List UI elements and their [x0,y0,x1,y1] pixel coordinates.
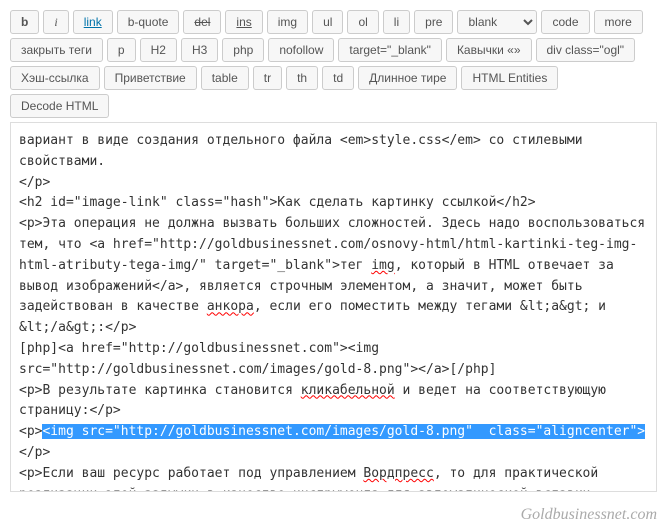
editor-line: <p>Если ваш ресурс работает под управлен… [19,466,363,481]
btn-bquote[interactable]: b-quote [117,10,180,34]
editor-line: [php]<a href="http://goldbusinessnet.com… [19,341,496,377]
editor-line: <h2 id="image-link" class="hash">Как сде… [19,195,536,210]
quicktags-row-1: b i link b-quote del ins img ul ol li pr… [10,10,657,34]
btn-greeting[interactable]: Приветствие [104,66,197,90]
btn-ul[interactable]: ul [312,10,343,34]
btn-close-tags[interactable]: закрыть теги [10,38,103,62]
spellcheck-word: кликабельной [301,383,395,398]
btn-hash-link[interactable]: Хэш-ссылка [10,66,100,90]
btn-tr[interactable]: tr [253,66,282,90]
spellcheck-word: img [371,258,394,273]
btn-bold[interactable]: b [10,10,39,34]
spellcheck-word: анкора [207,299,254,314]
btn-nofollow[interactable]: nofollow [268,38,334,62]
btn-h2[interactable]: H2 [140,38,177,62]
btn-html-entities[interactable]: HTML Entities [461,66,558,90]
btn-italic[interactable]: i [43,10,68,34]
btn-h3[interactable]: H3 [181,38,218,62]
btn-quotes[interactable]: Кавычки «» [446,38,532,62]
btn-code[interactable]: code [541,10,589,34]
selected-text: <img src="http://goldbusinessnet.com/ima… [42,424,645,439]
btn-more[interactable]: more [594,10,643,34]
watermark: Goldbusinessnet.com [0,502,667,528]
editor-line: </p> [19,445,50,460]
editor-line: <p>В результате картинка становится [19,383,301,398]
quicktags-row-2: закрыть теги p H2 H3 php nofollow target… [10,38,657,62]
editor-line: </p> [19,175,50,190]
quicktags-row-4: Decode HTML [10,94,657,118]
btn-ins[interactable]: ins [225,10,262,34]
btn-img[interactable]: img [267,10,308,34]
btn-pre[interactable]: pre [414,10,453,34]
btn-php[interactable]: php [222,38,264,62]
editor-line: <p> [19,424,42,439]
btn-div-ogl[interactable]: div class="ogl" [536,38,636,62]
btn-p[interactable]: p [107,38,136,62]
editor-line: вариант в виде создания отдельного файла… [19,133,590,169]
btn-del[interactable]: del [183,10,221,34]
btn-decode-html[interactable]: Decode HTML [10,94,109,118]
btn-td[interactable]: td [322,66,354,90]
btn-li[interactable]: li [383,10,410,34]
select-blank[interactable]: blank [457,10,537,34]
btn-table[interactable]: table [201,66,249,90]
html-editor-textarea[interactable]: вариант в виде создания отдельного файла… [10,122,657,492]
btn-ol[interactable]: ol [347,10,378,34]
btn-th[interactable]: th [286,66,318,90]
quicktags-row-3: Хэш-ссылка Приветствие table tr th td Дл… [10,66,657,90]
spellcheck-word: Вордпресс [363,466,433,481]
btn-long-dash[interactable]: Длинное тире [358,66,457,90]
btn-link[interactable]: link [73,10,113,34]
btn-target-blank[interactable]: target="_blank" [338,38,442,62]
